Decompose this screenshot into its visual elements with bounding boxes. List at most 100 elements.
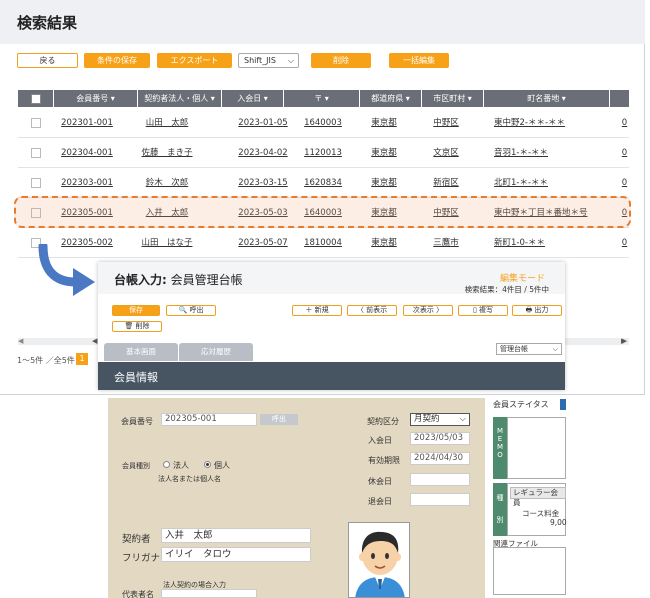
column-header-contractor[interactable]: 契約者法人・個人 ▾ bbox=[138, 90, 222, 107]
expire-date-field[interactable]: 2024/04/30 bbox=[410, 452, 470, 465]
call-member-button[interactable]: 呼出 bbox=[260, 414, 298, 425]
address[interactable]: 東中野2-＊＊-＊＊ bbox=[494, 108, 598, 138]
address[interactable]: 北町1-＊-＊＊ bbox=[494, 168, 598, 198]
extra-cell[interactable]: 0 bbox=[620, 138, 629, 168]
column-header-extra bbox=[610, 90, 629, 107]
row-checkbox[interactable] bbox=[31, 178, 41, 188]
pager-summary: 1〜5件 ／全5件 bbox=[17, 356, 75, 365]
chevron-down-icon: ⌵ bbox=[552, 345, 558, 353]
table-row[interactable]: 202305-002 山田 はな子 2023-05-07 1810004 東京都… bbox=[18, 228, 629, 258]
save-button[interactable]: 保存 bbox=[112, 305, 160, 316]
rep-name-field[interactable] bbox=[161, 589, 257, 598]
zip-code[interactable]: 1810004 bbox=[298, 228, 348, 258]
member-status-panel: 会員ステイタス M E M O 種 別 レギュラー会員 コース料金 9,00 関… bbox=[490, 398, 567, 598]
extra-cell[interactable]: 0 bbox=[620, 108, 629, 138]
tab-history[interactable]: 応対履歴 bbox=[179, 343, 253, 361]
encoding-select[interactable]: Shift_JIS ⌵ bbox=[238, 53, 299, 68]
next-button[interactable]: 次表示 〉 bbox=[403, 305, 453, 316]
call-button[interactable]: 🔍 呼出 bbox=[166, 305, 216, 316]
contractor-field[interactable]: 入井 太郎 bbox=[161, 528, 311, 543]
column-header-prefecture[interactable]: 都道府県 ▾ bbox=[360, 90, 422, 107]
panel-left-arrow-icon[interactable]: ◀ bbox=[92, 337, 97, 345]
course-fee-value: 9,00 bbox=[550, 518, 567, 527]
scroll-left-icon[interactable]: ◀ bbox=[18, 338, 23, 345]
page-title: 検索結果 bbox=[17, 14, 78, 32]
person-radio[interactable] bbox=[204, 461, 211, 468]
prev-button[interactable]: 〈 前表示 bbox=[347, 305, 397, 316]
person-radio-label: 個人 bbox=[214, 461, 230, 470]
chevron-down-icon: ⌵ bbox=[287, 56, 294, 65]
address[interactable]: 音羽1-＊-＊＊ bbox=[494, 138, 598, 168]
contractor-name[interactable]: 山田 太郎 bbox=[138, 108, 196, 138]
member-no-link[interactable]: 202304-001 bbox=[54, 138, 120, 168]
contract-type-select[interactable]: 月契約 ⌵ bbox=[410, 413, 470, 426]
member-type-label: 会員種別 bbox=[122, 462, 150, 470]
extra-cell[interactable]: 0 bbox=[620, 168, 629, 198]
memo-textarea[interactable] bbox=[507, 417, 566, 479]
contractor-name[interactable]: 佐藤 まき子 bbox=[138, 138, 196, 168]
zip-code[interactable]: 1120013 bbox=[298, 138, 348, 168]
join-date-field[interactable]: 2023/05/03 bbox=[410, 432, 470, 445]
zip-code[interactable]: 1640003 bbox=[298, 108, 348, 138]
member-type-hint: 法人名または個人名 bbox=[158, 475, 221, 483]
city[interactable]: 三鷹市 bbox=[422, 228, 470, 258]
join-date[interactable]: 2023-04-02 bbox=[222, 138, 304, 168]
prefecture[interactable]: 東京都 bbox=[360, 138, 408, 168]
table-row[interactable]: 202301-001 山田 太郎 2023-01-05 1640003 東京都 … bbox=[18, 108, 629, 138]
member-no-link[interactable]: 202301-001 bbox=[54, 108, 120, 138]
corp-radio[interactable] bbox=[163, 461, 170, 468]
furigana-field[interactable]: イリイ タロウ bbox=[161, 547, 311, 562]
title-bar: 検索結果 bbox=[0, 0, 645, 44]
select-all-checkbox[interactable] bbox=[31, 94, 41, 104]
zip-code[interactable]: 1620834 bbox=[298, 168, 348, 198]
selected-row-highlight bbox=[14, 196, 631, 228]
view-select[interactable]: 管理台帳 ⌵ bbox=[496, 343, 562, 355]
table-row[interactable]: 202304-001 佐藤 まき子 2023-04-02 1120013 東京都… bbox=[18, 138, 629, 168]
member-no-field[interactable]: 202305-001 bbox=[161, 413, 257, 426]
leave-date-label: 退会日 bbox=[368, 497, 392, 506]
join-date[interactable]: 2023-01-05 bbox=[222, 108, 304, 138]
column-header-member-no[interactable]: 会員番号 ▾ bbox=[54, 90, 138, 107]
city[interactable]: 中野区 bbox=[422, 108, 470, 138]
member-no-link[interactable]: 202303-001 bbox=[54, 168, 120, 198]
city[interactable]: 文京区 bbox=[422, 138, 470, 168]
bulk-edit-button[interactable]: 一括編集 bbox=[389, 53, 449, 68]
prefecture[interactable]: 東京都 bbox=[360, 108, 408, 138]
column-header-zip[interactable]: 〒 ▾ bbox=[284, 90, 360, 107]
panel-right-arrow-icon[interactable]: ▶ bbox=[621, 337, 626, 345]
regular-member-button[interactable]: レギュラー会員 bbox=[510, 487, 566, 507]
save-condition-button[interactable]: 条件の保存 bbox=[84, 53, 150, 68]
related-files-box[interactable] bbox=[493, 547, 566, 595]
delete-button[interactable]: 削除 bbox=[311, 53, 371, 68]
leave-date-field[interactable] bbox=[410, 493, 470, 506]
tab-basic[interactable]: 基本画面 bbox=[104, 343, 178, 361]
row-checkbox[interactable] bbox=[31, 148, 41, 158]
table-row[interactable]: 202303-001 鈴木 次郎 2023-03-15 1620834 東京都 … bbox=[18, 168, 629, 198]
expire-date-label: 有効期限 bbox=[368, 456, 400, 465]
prefecture[interactable]: 東京都 bbox=[360, 168, 408, 198]
delete-record-button[interactable]: 🗑 削除 bbox=[112, 321, 162, 332]
row-checkbox[interactable] bbox=[31, 118, 41, 128]
copy-button[interactable]: ▯ 複写 bbox=[458, 305, 508, 316]
print-button[interactable]: 🖶 出力 bbox=[512, 305, 562, 316]
ledger-title: 台帳入力: 会員管理台帳 bbox=[114, 273, 243, 287]
address[interactable]: 新町1-0-＊＊ bbox=[494, 228, 598, 258]
export-button[interactable]: エクスポート bbox=[157, 53, 232, 68]
column-header-address[interactable]: 町名番地 ▾ bbox=[484, 90, 610, 107]
column-header-city[interactable]: 市区町村 ▾ bbox=[422, 90, 484, 107]
back-button[interactable]: 戻る bbox=[17, 53, 78, 68]
city[interactable]: 新宿区 bbox=[422, 168, 470, 198]
join-date[interactable]: 2023-05-07 bbox=[222, 228, 304, 258]
page-button[interactable]: 1 bbox=[76, 353, 88, 365]
section-bar: 会員情報 bbox=[98, 362, 565, 390]
contractor-name[interactable]: 鈴木 次郎 bbox=[138, 168, 196, 198]
extra-cell[interactable]: 0 bbox=[620, 228, 629, 258]
column-header-join-date[interactable]: 入会日 ▾ bbox=[222, 90, 284, 107]
new-button[interactable]: ＋ 新規 bbox=[292, 305, 342, 316]
contractor-name[interactable]: 山田 はな子 bbox=[138, 228, 196, 258]
prefecture[interactable]: 東京都 bbox=[360, 228, 408, 258]
header-select-all[interactable] bbox=[18, 90, 54, 107]
status-tag bbox=[560, 399, 566, 410]
join-date[interactable]: 2023-03-15 bbox=[222, 168, 304, 198]
suspend-date-field[interactable] bbox=[410, 473, 470, 486]
